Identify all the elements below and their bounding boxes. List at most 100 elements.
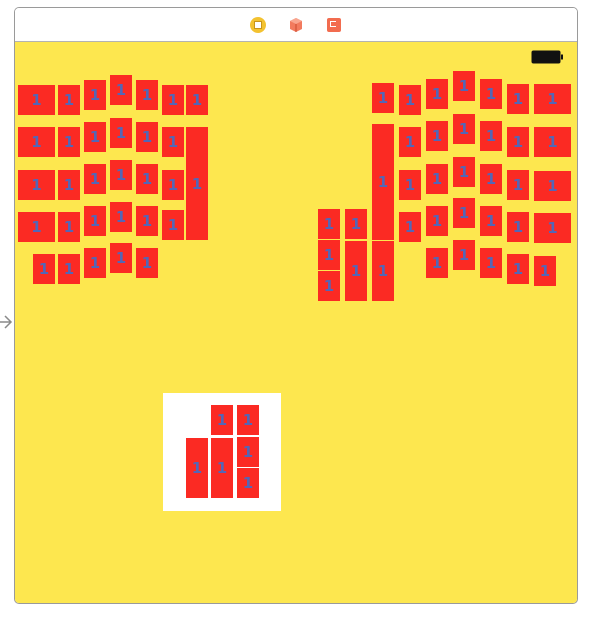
tile-label: 1 xyxy=(38,260,50,278)
label-tile[interactable]: 1 xyxy=(480,79,502,109)
label-tile[interactable]: 1 xyxy=(162,127,184,157)
label-tile[interactable]: 1 xyxy=(136,164,158,194)
label-tile[interactable]: 1 xyxy=(318,271,340,301)
label-tile[interactable]: 1 xyxy=(534,171,571,201)
entry-point-arrow-icon xyxy=(0,312,14,332)
inner-label-tile[interactable]: 1 xyxy=(237,405,259,435)
label-tile[interactable]: 1 xyxy=(318,240,340,270)
label-tile[interactable]: 1 xyxy=(426,248,448,278)
label-tile[interactable]: 1 xyxy=(480,248,502,278)
tile-label: 1 xyxy=(323,277,335,295)
label-tile[interactable]: 1 xyxy=(84,164,106,194)
label-tile[interactable]: 1 xyxy=(480,121,502,151)
label-tile[interactable]: 1 xyxy=(453,198,475,228)
tile-label: 1 xyxy=(191,91,203,109)
label-tile[interactable]: 1 xyxy=(84,80,106,110)
label-tile[interactable]: 1 xyxy=(507,170,529,200)
label-tile[interactable]: 1 xyxy=(18,212,55,242)
tile-label: 1 xyxy=(89,170,101,188)
label-tile[interactable]: 1 xyxy=(480,206,502,236)
tile-label: 1 xyxy=(458,204,470,222)
scene-dock xyxy=(15,8,577,42)
label-tile[interactable]: 1 xyxy=(136,248,158,278)
tile-label: 1 xyxy=(512,260,524,278)
label-tile[interactable]: 1 xyxy=(372,124,394,240)
tile-label: 1 xyxy=(377,262,389,280)
tile-label: 1 xyxy=(167,91,179,109)
label-tile[interactable]: 1 xyxy=(162,170,184,200)
label-tile[interactable]: 1 xyxy=(136,80,158,110)
tile-label: 1 xyxy=(167,176,179,194)
label-tile[interactable]: 1 xyxy=(426,206,448,236)
label-tile[interactable]: 1 xyxy=(110,75,132,105)
label-tile[interactable]: 1 xyxy=(110,243,132,273)
label-tile[interactable]: 1 xyxy=(372,241,394,301)
label-tile[interactable]: 1 xyxy=(534,256,556,286)
label-tile[interactable]: 1 xyxy=(372,83,394,113)
tile-label: 1 xyxy=(323,215,335,233)
view-controller-icon[interactable] xyxy=(249,16,267,34)
label-tile[interactable]: 1 xyxy=(110,118,132,148)
label-tile[interactable]: 1 xyxy=(33,254,55,284)
label-tile[interactable]: 1 xyxy=(18,170,55,200)
label-tile[interactable]: 1 xyxy=(58,127,80,157)
label-tile[interactable]: 1 xyxy=(162,210,184,240)
label-tile[interactable]: 1 xyxy=(186,85,208,115)
label-tile[interactable]: 1 xyxy=(136,122,158,152)
tile-label: 1 xyxy=(547,133,558,151)
label-tile[interactable]: 1 xyxy=(345,209,367,239)
exit-icon[interactable] xyxy=(325,16,343,34)
label-tile[interactable]: 1 xyxy=(534,213,571,243)
label-tile[interactable]: 1 xyxy=(453,157,475,187)
label-tile[interactable]: 1 xyxy=(507,127,529,157)
label-tile[interactable]: 1 xyxy=(84,206,106,236)
inner-label-tile[interactable]: 1 xyxy=(186,438,208,498)
label-tile[interactable]: 1 xyxy=(399,212,421,242)
label-tile[interactable]: 1 xyxy=(110,160,132,190)
label-tile[interactable]: 1 xyxy=(426,79,448,109)
tile-label: 1 xyxy=(458,246,470,264)
label-tile[interactable]: 1 xyxy=(110,202,132,232)
label-tile[interactable]: 1 xyxy=(507,212,529,242)
label-tile[interactable]: 1 xyxy=(58,212,80,242)
label-tile[interactable]: 1 xyxy=(186,127,208,240)
tile-label: 1 xyxy=(115,166,127,184)
tile-label: 1 xyxy=(31,176,42,194)
label-tile[interactable]: 1 xyxy=(399,127,421,157)
label-tile[interactable]: 1 xyxy=(399,85,421,115)
label-tile[interactable]: 1 xyxy=(426,121,448,151)
inner-label-tile[interactable]: 1 xyxy=(211,438,233,498)
label-tile[interactable]: 1 xyxy=(18,85,55,115)
tile-label: 1 xyxy=(431,254,443,272)
label-tile[interactable]: 1 xyxy=(136,206,158,236)
label-tile[interactable]: 1 xyxy=(84,122,106,152)
label-tile[interactable]: 1 xyxy=(58,254,80,284)
label-tile[interactable]: 1 xyxy=(18,127,55,157)
tile-label: 1 xyxy=(115,208,127,226)
label-tile[interactable]: 1 xyxy=(453,114,475,144)
label-tile[interactable]: 1 xyxy=(507,254,529,284)
label-tile[interactable]: 1 xyxy=(58,85,80,115)
label-tile[interactable]: 1 xyxy=(453,240,475,270)
label-tile[interactable]: 1 xyxy=(534,84,571,114)
label-tile[interactable]: 1 xyxy=(345,241,367,301)
label-tile[interactable]: 1 xyxy=(453,71,475,101)
inner-label-tile[interactable]: 1 xyxy=(237,468,259,498)
label-tile[interactable]: 1 xyxy=(426,164,448,194)
inner-label-tile[interactable]: 1 xyxy=(211,405,233,435)
label-tile[interactable]: 1 xyxy=(84,248,106,278)
tile-label: 1 xyxy=(485,127,497,145)
tile-label: 1 xyxy=(485,254,497,272)
tile-label: 1 xyxy=(89,128,101,146)
label-tile[interactable]: 1 xyxy=(480,164,502,194)
label-tile[interactable]: 1 xyxy=(399,170,421,200)
label-tile[interactable]: 1 xyxy=(58,170,80,200)
label-tile[interactable]: 1 xyxy=(534,127,571,157)
inner-label-tile[interactable]: 1 xyxy=(237,437,259,467)
first-responder-icon[interactable] xyxy=(287,16,305,34)
label-tile[interactable]: 1 xyxy=(507,84,529,114)
tile-label: 1 xyxy=(377,89,389,107)
tile-label: 1 xyxy=(167,133,179,151)
label-tile[interactable]: 1 xyxy=(318,209,340,239)
label-tile[interactable]: 1 xyxy=(162,85,184,115)
